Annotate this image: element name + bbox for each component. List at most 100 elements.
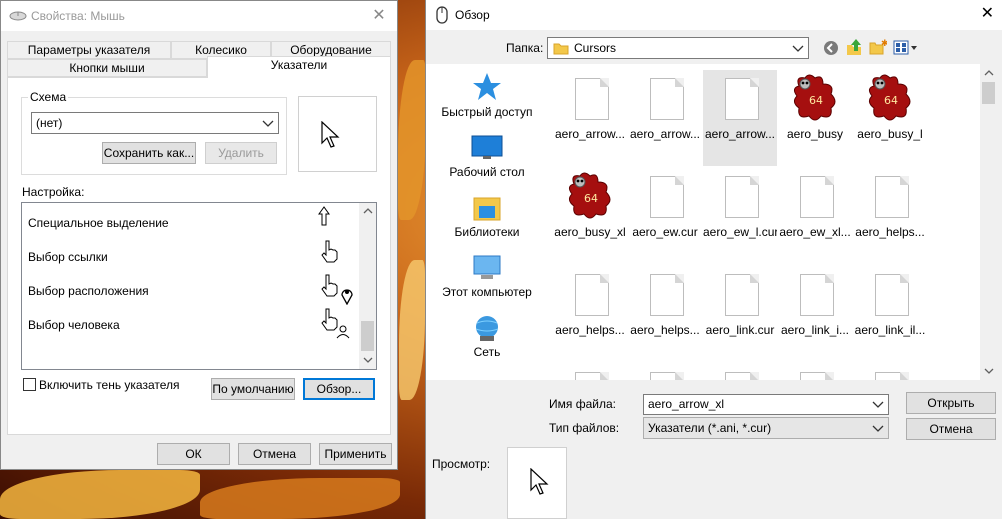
new-folder-icon[interactable]: ✱ [869, 39, 887, 55]
svg-text:64: 64 [809, 94, 823, 107]
file-item[interactable]: 64 aero_busy_xl [553, 168, 627, 264]
svg-text:✱: ✱ [881, 39, 887, 49]
customize-label: Настройка: [22, 185, 85, 199]
nav-network[interactable]: Сеть [426, 314, 548, 359]
chevron-down-icon [262, 120, 274, 127]
nav-this-pc[interactable]: Этот компьютер [426, 254, 548, 299]
tab-pointers[interactable]: Указатели [207, 56, 391, 78]
cursor-preview [298, 96, 377, 172]
filetype-label: Тип файлов: [549, 421, 620, 435]
ok-button[interactable]: ОК [157, 443, 230, 465]
view-menu-icon[interactable] [893, 40, 919, 56]
file-item[interactable]: aero_helps... [553, 266, 627, 362]
file-name: aero_helps... [555, 323, 625, 337]
file-item[interactable]: 64 aero_busy [778, 70, 852, 166]
chevron-down-icon [872, 401, 884, 408]
list-item[interactable]: Выбор ссылки [28, 250, 108, 264]
desktop-icon [471, 135, 503, 159]
file-item[interactable]: aero_link_i... [778, 266, 852, 362]
network-icon [475, 316, 499, 341]
document-icon [725, 176, 759, 218]
chevron-down-icon [872, 425, 884, 432]
list-item[interactable]: Выбор человека [28, 318, 120, 332]
file-item[interactable]: aero_ew_l.cur [703, 168, 777, 264]
file-name: aero_ew_xl... [779, 225, 851, 239]
filename-input[interactable]: aero_arrow_xl [643, 394, 889, 415]
svg-text:64: 64 [584, 192, 598, 205]
document-icon [800, 274, 834, 316]
file-item[interactable]: 64 aero_busy_l [853, 70, 927, 166]
list-item[interactable]: Специальное выделение [28, 216, 169, 230]
file-item[interactable]: aero_helps... [628, 266, 702, 362]
scroll-up-icon[interactable] [363, 208, 373, 214]
close-button[interactable]: ✕ [369, 6, 389, 26]
document-icon [875, 372, 909, 380]
list-scrollbar[interactable] [359, 203, 376, 369]
cancel-button[interactable]: Отмена [238, 443, 311, 465]
tab-buttons[interactable]: Кнопки мыши [7, 59, 207, 77]
document-icon [875, 176, 909, 218]
file-item[interactable]: aero_ew.cur [628, 168, 702, 264]
nav-libraries[interactable]: Библиотеки [426, 194, 548, 239]
cursor-list[interactable]: Специальное выделение Выбор ссылки Выбор… [21, 202, 377, 370]
close-button[interactable]: ✕ [981, 3, 994, 23]
star-icon [473, 73, 501, 100]
nav-label: Этот компьютер [442, 285, 532, 299]
delete-button[interactable]: Удалить [205, 142, 277, 164]
file-name: aero_arrow... [554, 127, 626, 141]
file-name: aero_link.cur [705, 323, 775, 337]
back-icon[interactable] [823, 40, 839, 56]
file-name: aero_arrow... [629, 127, 701, 141]
file-item[interactable]: aero_arrow... [628, 70, 702, 166]
places-bar: Быстрый доступ Рабочий стол Библиотеки Э… [426, 64, 548, 380]
file-name: aero_busy [786, 127, 844, 141]
scheme-label: Схема [28, 90, 69, 104]
open-button[interactable]: Открыть [906, 392, 996, 414]
title-bar: Свойства: Мышь ✕ [1, 1, 397, 31]
svg-text:64: 64 [884, 94, 898, 107]
shadow-checkbox-label: Включить тень указателя [39, 378, 180, 392]
file-item[interactable]: aero_link.cur [703, 266, 777, 362]
nav-desktop[interactable]: Рабочий стол [426, 134, 548, 179]
file-item[interactable]: aero_arrow... [703, 70, 777, 166]
chevron-down-icon [792, 45, 804, 52]
preview-label: Просмотр: [432, 457, 491, 471]
filetype-combo[interactable]: Указатели (*.ani, *.cur) [643, 417, 889, 439]
file-item[interactable]: aero_helps... [853, 168, 927, 264]
file-name: aero_arrow... [704, 127, 776, 141]
scroll-down-icon[interactable] [984, 368, 994, 374]
folder-icon [553, 43, 569, 55]
list-item[interactable]: Выбор расположения [28, 284, 149, 298]
document-icon [575, 274, 609, 316]
tab-pointer-options[interactable]: Параметры указателя [7, 41, 171, 59]
browse-button[interactable]: Обзор... [303, 378, 375, 400]
file-item[interactable]: aero_link_il... [853, 266, 927, 362]
apply-button[interactable]: Применить [319, 443, 392, 465]
scrollbar-thumb[interactable] [982, 82, 995, 104]
default-button[interactable]: По умолчанию [211, 378, 295, 400]
filename-label: Имя файла: [549, 397, 616, 411]
file-item[interactable]: aero_arrow... [553, 70, 627, 166]
browse-dialog: Обзор ✕ Папка: Cursors ✱ Быстрый доступ … [425, 0, 1002, 519]
files-scrollbar[interactable] [980, 64, 997, 380]
folder-combo[interactable]: Cursors [547, 37, 809, 59]
scheme-value: (нет) [36, 116, 63, 130]
arrow-cursor-icon [530, 468, 549, 495]
hand-cursor-icon [321, 240, 338, 263]
browse-cancel-button[interactable]: Отмена [906, 418, 996, 440]
scrollbar-thumb[interactable] [361, 321, 374, 351]
scheme-combo[interactable]: (нет) [31, 112, 279, 134]
busy-cursor-icon: 64 [568, 172, 611, 219]
up-folder-icon[interactable] [845, 38, 863, 56]
file-item[interactable]: aero_ew_xl... [778, 168, 852, 264]
scroll-down-icon[interactable] [363, 357, 373, 363]
shadow-checkbox[interactable] [23, 378, 36, 391]
filetype-value: Указатели (*.ani, *.cur) [648, 421, 772, 435]
file-name: aero_busy_l [857, 127, 923, 141]
save-as-button[interactable]: Сохранить как... [102, 142, 196, 164]
mouse-icon [9, 11, 27, 21]
file-list[interactable]: aero_arrow... aero_arrow... aero_arrow... 6… [548, 64, 997, 380]
file-name: aero_helps... [630, 323, 700, 337]
nav-quick-access[interactable]: Быстрый доступ [426, 72, 548, 119]
scroll-up-icon[interactable] [984, 70, 994, 76]
